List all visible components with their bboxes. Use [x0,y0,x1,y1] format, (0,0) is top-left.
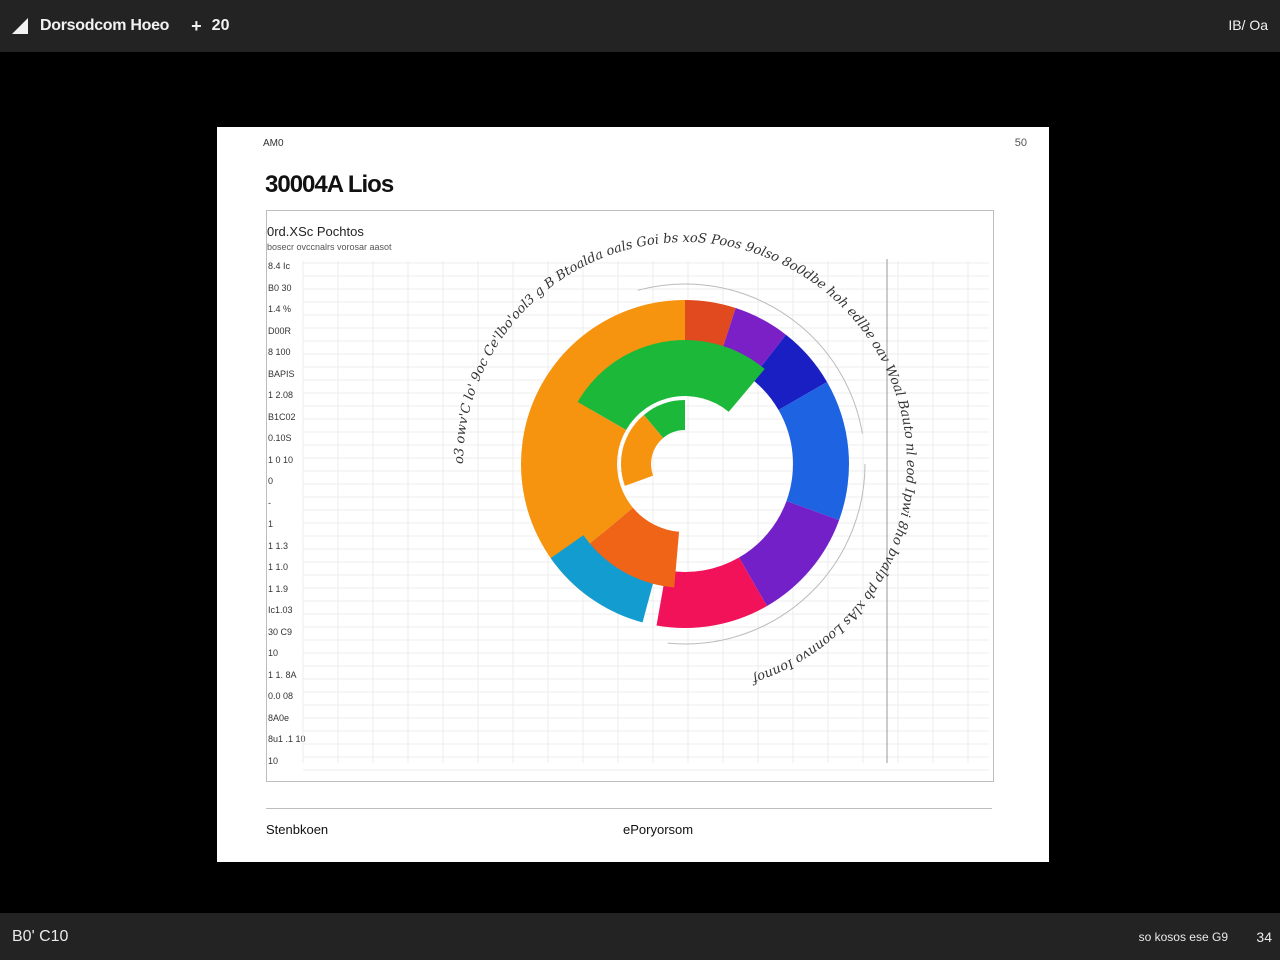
title-bar-right-label[interactable]: IB/ Oa [1228,17,1268,33]
app-title: Dorsodcom Hoeo [40,17,170,34]
status-right-number[interactable]: 34 [1256,929,1272,945]
donut-chart: o3 owv'C lo' 9oc Ce'lbo'ool3 g B Btoalda… [302,231,989,771]
status-right-text: so kosos ese G9 [1138,930,1228,944]
signal-icon [12,18,28,34]
add-tab-button[interactable]: + [191,16,202,37]
document-card: AM0 50 30004A Lios 0rd.XSc Pochtos bosec… [217,127,1049,862]
document-title: 30004A Lios [265,171,394,198]
status-left: B0' C10 [12,927,69,945]
document-tag: AM0 [263,138,284,149]
tab-count: 20 [211,17,230,34]
footer-right-label: ePoryorsom [623,822,694,837]
chart-frame: 0rd.XSc Pochtos bosecr ovccnalrs vorosar… [266,210,994,782]
footer-left-label: Stenbkoen [266,822,329,837]
status-bar: B0' C10 so kosos ese G9 34 [0,913,1280,960]
footer-divider [266,808,992,809]
title-bar: Dorsodcom Hoeo + 20 IB/ Oa [0,0,1280,52]
document-corner-label: 50 [1014,137,1027,149]
